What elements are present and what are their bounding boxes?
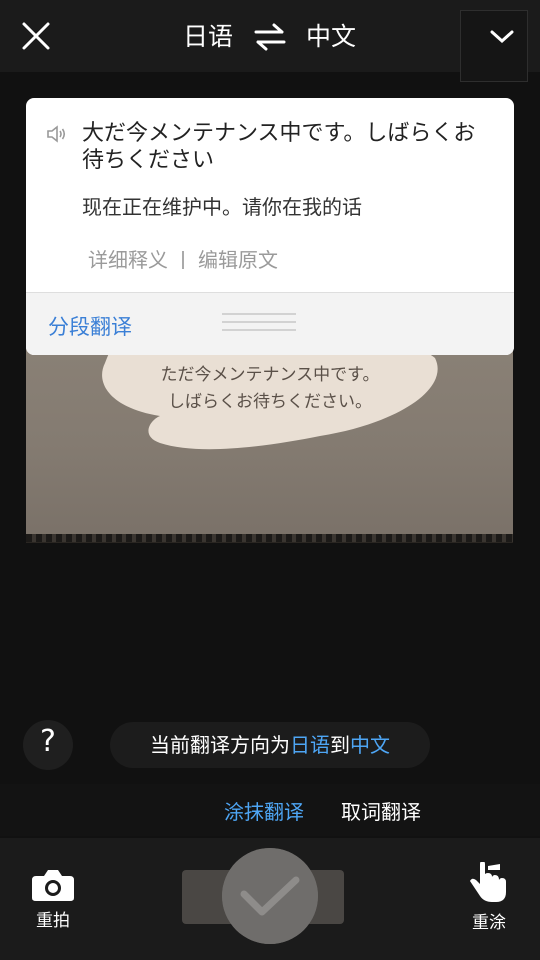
translation-text: 现在正在维护中。请你在我的话 — [82, 195, 362, 219]
photo-text: ただ今メンテナンス中です。 しばらくお待ちください。 — [140, 362, 400, 416]
question-icon: ? — [40, 724, 56, 759]
photo-text-line: しばらくお待ちください。 — [168, 392, 372, 412]
word-translate-tab[interactable]: 取词翻译 — [341, 796, 421, 825]
mode-bar: 涂抹翻译 取词翻译 — [0, 784, 540, 836]
close-icon[interactable] — [18, 18, 54, 54]
hint-from-language: 日语 — [290, 733, 330, 757]
segment-translate-button[interactable]: 分段翻译 — [48, 311, 132, 341]
thumbnail[interactable] — [460, 10, 528, 82]
hint-middle: 到 — [330, 733, 350, 757]
card-links: 详细释义 编辑原文 — [88, 244, 278, 273]
confirm-button[interactable] — [222, 848, 318, 944]
smear-translate-tab[interactable]: 涂抹翻译 — [224, 796, 304, 825]
hint-prefix: 当前翻译方向为 — [150, 733, 290, 757]
source-language[interactable]: 日语 — [183, 20, 233, 54]
top-bar: 日语 中文 — [0, 0, 540, 72]
retake-button-label[interactable]: 重拍 — [26, 906, 80, 931]
target-language[interactable]: 中文 — [306, 20, 356, 54]
hand-pointer-icon[interactable] — [466, 862, 510, 904]
drag-handle-icon[interactable] — [222, 311, 296, 337]
source-text: 大だ今メンテナンス中です。しばらくお待ちください — [82, 121, 476, 173]
hint-to-language: 中文 — [350, 733, 390, 757]
camera-icon[interactable] — [30, 868, 76, 902]
translation-card: 大だ今メンテナンス中です。しばらくお待ちください 现在正在维护中。请你在我的话 … — [26, 98, 514, 355]
help-button[interactable]: ? — [23, 720, 73, 770]
redraw-button-label[interactable]: 重涂 — [462, 908, 516, 933]
detail-link[interactable]: 详细释义 — [88, 248, 168, 272]
photo-text-line: ただ今メンテナンス中です。 — [160, 365, 380, 385]
direction-hint: 当前翻译方向为日语到中文 — [110, 722, 430, 768]
photo-edge — [26, 534, 513, 542]
chevron-down-icon[interactable] — [488, 26, 516, 46]
card-footer: 分段翻译 — [26, 292, 514, 355]
swap-arrows-icon[interactable] — [252, 22, 288, 52]
edit-source-link[interactable]: 编辑原文 — [198, 248, 278, 272]
divider — [182, 251, 184, 269]
speaker-icon[interactable] — [46, 124, 68, 144]
